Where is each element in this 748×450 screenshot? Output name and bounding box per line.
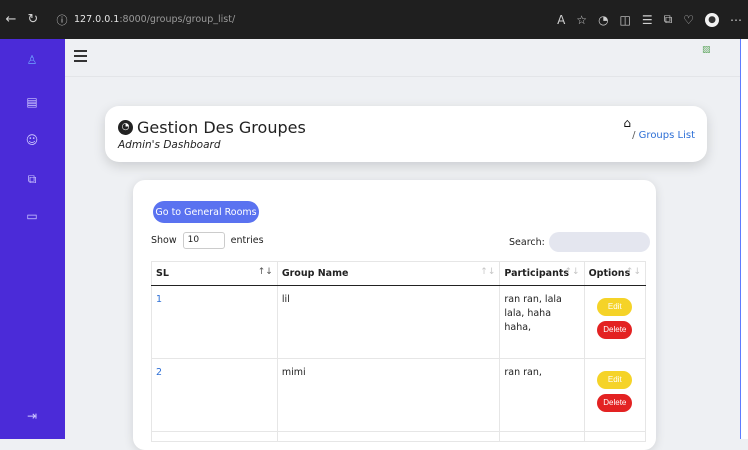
right-edge-panel — [740, 39, 748, 439]
groups-table: SL ↑↓ Group Name ↑↓ Participants ↑↓ Options… — [151, 261, 647, 442]
cell-group-name: lil — [277, 285, 501, 359]
browser-toolbar: ← ↻ ⓘ 127.0.0.1:8000/groups/group_list/ … — [0, 0, 748, 39]
column-header-participants[interactable]: Participants ↑↓ — [499, 261, 585, 286]
user-icon[interactable]: ♙ — [23, 51, 41, 69]
split-screen-icon[interactable]: ◫ — [620, 13, 631, 27]
edit-button[interactable]: Edit — [597, 298, 633, 316]
dashboard-icon[interactable]: ▤ — [23, 93, 41, 111]
search-input[interactable] — [548, 232, 650, 252]
extension-icon[interactable]: ◔ — [598, 13, 608, 27]
sidebar: ♙ ▤ ☺ ⧉ ▭ ⇥ — [0, 39, 65, 439]
page-subtitle: Admin's Dashboard — [118, 139, 221, 151]
table-row: 1 lil ran ran, lala lala, haha haha, Edi… — [151, 285, 647, 359]
cell-participants: ran ran, — [499, 358, 585, 432]
back-icon[interactable]: ← — [0, 12, 22, 27]
copilot-icon[interactable]: ♡ — [683, 13, 694, 27]
top-navbar: ▨ — [65, 39, 740, 77]
sort-icon: ↑↓ — [625, 267, 641, 277]
cell-sl: 2 — [151, 358, 278, 432]
home-icon[interactable]: ⌂ — [623, 116, 631, 130]
sort-icon: ↑↓ — [480, 267, 496, 277]
entries-length-control: Show 10 entries — [151, 232, 264, 249]
copy-icon[interactable]: ⧉ — [23, 170, 41, 188]
main-content: ◔ Gestion Des Groupes Admin's Dashboard … — [65, 77, 740, 450]
favorites-list-icon[interactable]: ☰ — [642, 13, 653, 27]
refresh-icon[interactable]: ↻ — [22, 12, 44, 27]
cell-group-name: mimi — [277, 358, 501, 432]
page-title: ◔ Gestion Des Groupes — [118, 118, 306, 137]
favorite-star-icon[interactable]: ☆ — [576, 13, 587, 27]
hamburger-menu-icon[interactable] — [74, 50, 87, 62]
dashboard-gauge-icon: ◔ — [118, 120, 133, 135]
address-bar[interactable]: ⓘ 127.0.0.1:8000/groups/group_list/ — [54, 12, 474, 28]
breadcrumb: / Groups List — [632, 130, 695, 141]
entries-select[interactable]: 10 — [182, 232, 225, 249]
broken-image-icon: ▨ — [702, 45, 711, 55]
site-info-icon[interactable]: ⓘ — [54, 12, 70, 28]
read-aloud-icon[interactable]: A — [557, 13, 565, 27]
profile-avatar-icon[interactable]: ● — [705, 12, 719, 27]
table-row — [151, 431, 647, 442]
sort-icon: ↑↓ — [257, 267, 273, 277]
column-header-sl[interactable]: SL ↑↓ — [151, 261, 278, 286]
browser-actions: A ☆ ◔ ◫ ☰ ⧉ ♡ ● ⋯ — [557, 12, 742, 27]
go-to-general-rooms-button[interactable]: Go to General Rooms — [153, 201, 259, 223]
page-header-card: ◔ Gestion Des Groupes Admin's Dashboard … — [105, 106, 707, 162]
page-title-text: Gestion Des Groupes — [137, 118, 306, 137]
url-text: 127.0.0.1:8000/groups/group_list/ — [74, 14, 236, 25]
breadcrumb-link-groups-list[interactable]: Groups List — [639, 130, 695, 141]
cell-sl: 1 — [151, 285, 278, 359]
delete-button[interactable]: Delete — [597, 394, 633, 412]
column-header-options[interactable]: Options ↑↓ — [584, 261, 647, 286]
cell-options: Edit Delete — [584, 358, 647, 432]
chat-icon[interactable]: ▭ — [23, 207, 41, 225]
search-control: Search: — [509, 232, 650, 252]
collections-icon[interactable]: ⧉ — [664, 12, 673, 27]
edit-button[interactable]: Edit — [597, 371, 633, 389]
table-row: 2 mimi ran ran, Edit Delete — [151, 358, 647, 432]
delete-button[interactable]: Delete — [597, 321, 633, 339]
groups-table-card: Go to General Rooms Show 10 entries Sear… — [133, 180, 656, 450]
column-header-group-name[interactable]: Group Name ↑↓ — [277, 261, 501, 286]
more-menu-icon[interactable]: ⋯ — [730, 13, 742, 27]
cell-participants: ran ran, lala lala, haha haha, — [499, 285, 585, 359]
logout-icon[interactable]: ⇥ — [23, 407, 41, 425]
cell-options: Edit Delete — [584, 285, 647, 359]
groups-icon[interactable]: ☺ — [23, 131, 41, 149]
sort-icon: ↑↓ — [564, 267, 580, 277]
